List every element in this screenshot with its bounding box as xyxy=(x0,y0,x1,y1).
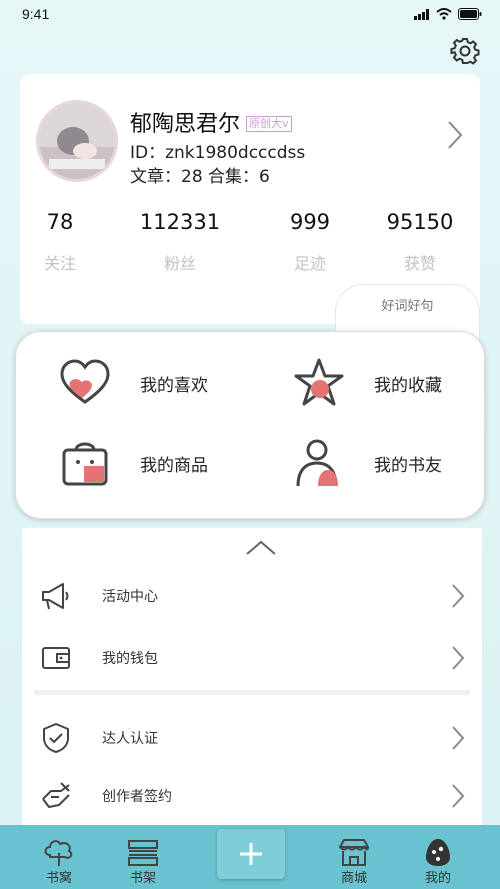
tab-label: 书窝 xyxy=(45,871,72,886)
chevron-right-icon xyxy=(452,784,465,808)
stat-value: 95150 xyxy=(386,210,454,234)
profile-name-row: 郁陶思君尔 原创大v xyxy=(130,106,292,138)
stat-following[interactable]: 78 关注 xyxy=(20,210,100,274)
status-time: 9:41 xyxy=(22,6,50,22)
creator-badge: 原创大v xyxy=(246,116,292,132)
stat-value: 112331 xyxy=(139,210,221,234)
stat-label: 获赞 xyxy=(403,254,436,273)
menu-item-wallet[interactable]: 我的钱包 xyxy=(22,632,482,684)
stat-footprints[interactable]: 999 足迹 xyxy=(260,210,360,274)
stat-label: 关注 xyxy=(43,254,76,273)
star-icon xyxy=(294,358,344,406)
menu-item-label: 我的钱包 xyxy=(102,651,158,667)
stat-label: 粉丝 xyxy=(163,254,196,273)
heart-icon xyxy=(60,359,110,404)
menu-divider xyxy=(34,690,470,694)
tab-mine[interactable]: 我的 xyxy=(408,837,468,886)
quick-action-label: 我的书友 xyxy=(374,455,442,476)
chevron-right-icon[interactable] xyxy=(446,120,464,150)
status-icons xyxy=(414,8,482,20)
status-bar: 9:41 xyxy=(0,0,500,30)
wallet-icon xyxy=(36,638,76,678)
menu-item-label: 创作者签约 xyxy=(102,789,172,805)
quick-actions-panel: 我的喜欢 我的收藏 我的商品 我的书友 xyxy=(15,331,485,519)
bag-icon xyxy=(62,442,108,486)
stat-likes[interactable]: 95150 获赞 xyxy=(360,210,480,274)
collapse-caret-icon[interactable] xyxy=(244,538,278,558)
quick-action-goods[interactable]: 我的商品 xyxy=(58,436,208,490)
signal-icon xyxy=(414,8,429,20)
tab-label: 书架 xyxy=(129,871,156,886)
stat-value: 999 xyxy=(289,210,331,234)
stat-value: 78 xyxy=(46,210,74,234)
avatar-image xyxy=(39,103,115,179)
tab-label: 我的 xyxy=(424,871,451,886)
menu-item-activity-center[interactable]: 活动中心 xyxy=(22,570,482,622)
tab-label: 商城 xyxy=(340,871,367,886)
profile-id: ID：znk1980dcccdss xyxy=(130,143,306,163)
profile-stats: 78 关注 112331 粉丝 999 足迹 95150 获赞 xyxy=(20,210,480,274)
person-icon xyxy=(296,439,338,487)
quick-action-collection[interactable]: 我的收藏 xyxy=(292,356,442,410)
settings-gear-icon[interactable] xyxy=(450,36,480,66)
menu-item-label: 活动中心 xyxy=(102,589,158,605)
tab-store[interactable]: 商城 xyxy=(324,837,384,886)
store-icon xyxy=(339,839,369,866)
tab-bookshelf[interactable]: 书架 xyxy=(113,837,173,886)
quick-action-label: 我的商品 xyxy=(140,455,208,476)
megaphone-icon xyxy=(36,576,76,616)
wifi-icon xyxy=(436,8,452,20)
profile-name: 郁陶思君尔 xyxy=(130,112,241,137)
profile-works: 文章：28 合集：6 xyxy=(130,167,270,187)
sign-hand-icon xyxy=(36,776,76,816)
bottom-tab-bar: 书窝 书架 商城 我的 xyxy=(0,825,500,889)
tree-icon xyxy=(44,840,73,866)
battery-icon xyxy=(458,8,482,20)
menu-item-creator-contract[interactable]: 创作者签约 xyxy=(22,770,482,822)
chevron-right-icon xyxy=(452,726,465,750)
shield-check-icon xyxy=(36,718,76,758)
quick-action-label: 我的喜欢 xyxy=(140,375,208,396)
stat-label: 足迹 xyxy=(293,254,326,273)
avatar[interactable] xyxy=(36,100,118,182)
quick-action-likes[interactable]: 我的喜欢 xyxy=(58,356,208,410)
stat-fans[interactable]: 112331 粉丝 xyxy=(100,210,260,274)
create-post-button[interactable] xyxy=(217,829,285,879)
tab-book-nest[interactable]: 书窝 xyxy=(29,837,89,886)
quick-action-label: 我的收藏 xyxy=(374,375,442,396)
profile-egg-icon xyxy=(426,839,450,866)
shelf-icon xyxy=(128,840,158,866)
chevron-right-icon xyxy=(452,584,465,608)
menu-item-label: 达人认证 xyxy=(102,731,158,747)
plus-icon xyxy=(240,843,262,865)
menu-item-expert-certification[interactable]: 达人认证 xyxy=(22,712,482,764)
quick-action-friends[interactable]: 我的书友 xyxy=(292,436,442,490)
chevron-right-icon xyxy=(452,646,465,670)
menu-list: 活动中心 我的钱包 达人认证 创作者签约 xyxy=(22,528,482,828)
